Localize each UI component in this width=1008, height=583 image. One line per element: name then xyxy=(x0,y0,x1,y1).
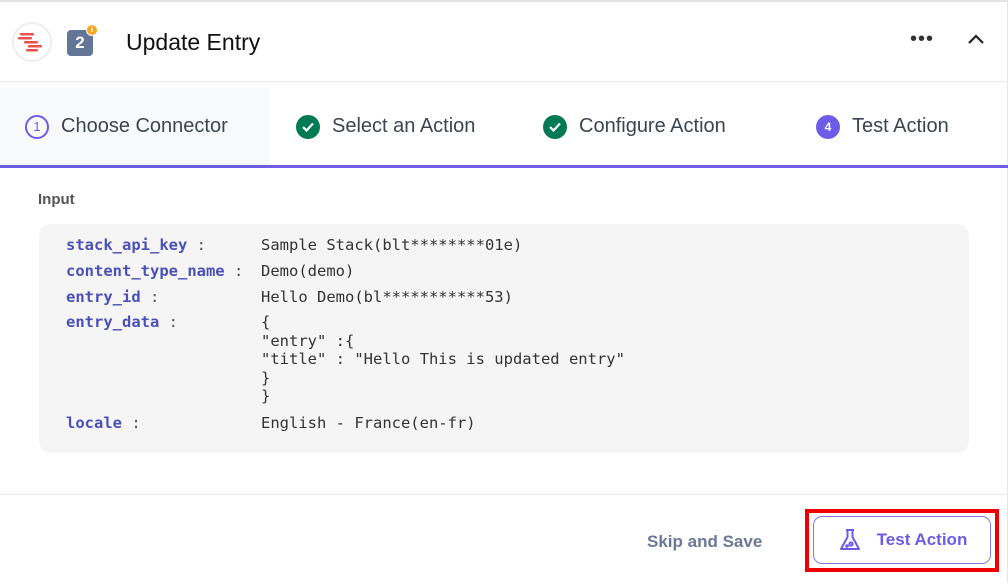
step-label: Configure Action xyxy=(579,115,726,137)
test-action-label: Test Action xyxy=(876,530,968,549)
step-label: Choose Connector xyxy=(61,115,228,137)
field-key: stack_api_key xyxy=(66,236,188,254)
field-key: content_type_name xyxy=(66,262,225,280)
page-title: Update Entry xyxy=(126,29,261,55)
field-value: English - France(en-fr) xyxy=(261,414,476,432)
panel-footer: Skip and Save Test Action xyxy=(0,494,1008,583)
input-row: locale : English - France(en-fr) xyxy=(66,414,476,432)
test-action-button[interactable]: Test Action xyxy=(813,516,991,564)
contentstack-logo-icon xyxy=(18,33,42,52)
chevron-up-icon[interactable] xyxy=(966,32,986,51)
skip-and-save-button[interactable]: Skip and Save xyxy=(647,532,762,552)
step-label: Test Action xyxy=(852,115,949,137)
field-key: locale xyxy=(66,414,122,432)
tab-test-action[interactable]: 4 Test Action xyxy=(816,88,949,165)
field-value: { "entry" :{ "title" : "Hello This is up… xyxy=(261,313,625,405)
field-value: Hello Demo(bl***********53) xyxy=(261,288,513,306)
tab-select-action[interactable]: Select an Action xyxy=(296,88,475,165)
step-label: Select an Action xyxy=(332,115,476,137)
panel-header: 2 i Update Entry ••• xyxy=(0,2,1008,82)
more-options-icon[interactable]: ••• xyxy=(910,28,934,51)
field-value: Sample Stack(blt********01e) xyxy=(261,236,523,254)
info-indicator-icon: i xyxy=(86,24,98,36)
step-tabs: 1 Choose Connector Select an Action Conf… xyxy=(0,88,1008,168)
field-value: Demo(demo) xyxy=(261,262,355,280)
input-row: stack_api_key : Sample Stack(blt********0… xyxy=(66,236,523,254)
step-number-icon: 1 xyxy=(25,114,49,139)
input-row: content_type_name : Demo(demo) xyxy=(66,262,355,280)
input-row: entry_id : Hello Demo(bl***********53) xyxy=(66,288,513,306)
check-circle-icon xyxy=(543,114,567,139)
input-label: Input xyxy=(38,191,75,208)
flask-icon xyxy=(839,529,860,550)
check-circle-icon xyxy=(296,114,320,139)
connector-logo xyxy=(12,22,52,62)
input-row: entry_data :{ "entry" :{ "title" : "Hell… xyxy=(66,313,625,405)
field-key: entry_data xyxy=(66,313,160,331)
tab-configure-action[interactable]: Configure Action xyxy=(543,88,726,165)
input-summary: stack_api_key : Sample Stack(blt********0… xyxy=(39,224,969,453)
field-key: entry_id xyxy=(66,288,141,306)
step-number-icon: 4 xyxy=(816,114,840,139)
tab-choose-connector[interactable]: 1 Choose Connector xyxy=(0,88,270,165)
